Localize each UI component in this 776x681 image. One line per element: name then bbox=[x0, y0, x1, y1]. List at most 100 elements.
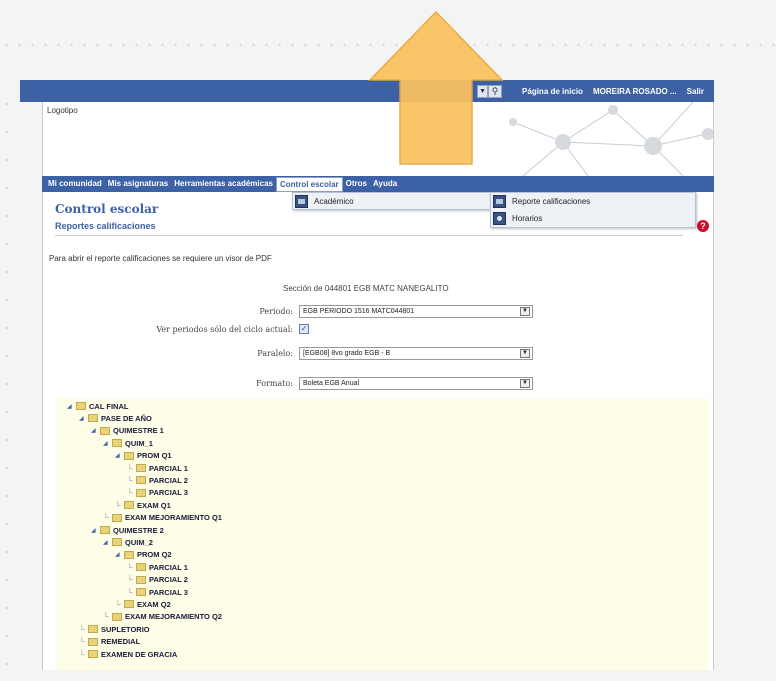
tree-node[interactable]: └ PARCIAL 1 bbox=[127, 561, 188, 573]
tree-node[interactable]: └ EXAMEN DE GRACIA bbox=[79, 648, 177, 660]
chevron-down-icon[interactable]: ▼ bbox=[520, 306, 530, 316]
submenu-item-row[interactable]: Reporte calificaciones bbox=[491, 193, 695, 210]
tree-node[interactable]: └ EXAM Q1 bbox=[115, 499, 171, 511]
tree-node-label[interactable]: PARCIAL 1 bbox=[149, 563, 188, 572]
expand-toggle-icon[interactable]: ◢ bbox=[103, 539, 111, 546]
tree-node-label[interactable]: PARCIAL 3 bbox=[149, 488, 188, 497]
folder-icon bbox=[136, 488, 146, 497]
tree-node[interactable]: └ REMEDIAL bbox=[79, 636, 140, 648]
tree-node[interactable]: └ PARCIAL 2 bbox=[127, 574, 188, 586]
tree-node[interactable]: └ PARCIAL 1 bbox=[127, 462, 188, 474]
periodo-value: EGB PERIODO 1516 MATC044801 bbox=[303, 307, 415, 315]
user-name[interactable]: MOREIRA ROSADO ... bbox=[593, 87, 677, 96]
menu-ayuda[interactable]: Ayuda bbox=[370, 176, 400, 192]
tree-node-label[interactable]: PROM Q2 bbox=[137, 550, 172, 559]
tree-connector: └ bbox=[79, 649, 85, 659]
expand-toggle-icon[interactable]: ◢ bbox=[103, 440, 111, 447]
formato-select[interactable]: Boleta EGB Anual ▼ bbox=[299, 376, 533, 390]
tree-node-label[interactable]: EXAMEN DE GRACIA bbox=[101, 650, 177, 659]
menu-mis-asignaturas[interactable]: Mis asignaturas bbox=[105, 176, 171, 192]
tree-node-label[interactable]: PASE DE AÑO bbox=[101, 414, 152, 423]
tree-node[interactable]: └ PARCIAL 3 bbox=[127, 487, 188, 499]
paralelo-row: Paralelo: [EGB08] 8vo grado EGB - B ▼ bbox=[43, 346, 533, 360]
menu-otros[interactable]: Otros bbox=[343, 176, 370, 192]
page-subtitle: Reportes calificaciones bbox=[55, 221, 156, 231]
tree-connector: └ bbox=[127, 463, 133, 473]
tree-node-label[interactable]: QUIM_1 bbox=[125, 439, 153, 448]
top-bar: ▼ ⚲ Página de inicio MOREIRA ROSADO ... … bbox=[20, 80, 714, 102]
tree-node-label[interactable]: PARCIAL 2 bbox=[149, 575, 188, 584]
chevron-down-icon[interactable]: ▼ bbox=[520, 348, 530, 358]
folder-icon bbox=[112, 612, 122, 621]
tree-node[interactable]: ◢ PROM Q2 bbox=[115, 549, 172, 561]
paralelo-value: [EGB08] 8vo grado EGB - B bbox=[303, 349, 391, 357]
help-icon[interactable]: ? bbox=[697, 220, 709, 232]
submenu-academico: Académico bbox=[292, 192, 492, 210]
tree-node-label[interactable]: PARCIAL 2 bbox=[149, 476, 188, 485]
tree-node-label[interactable]: PROM Q1 bbox=[137, 451, 172, 460]
folder-icon bbox=[76, 402, 86, 410]
folder-icon bbox=[136, 464, 146, 472]
tree-node[interactable]: └ PARCIAL 2 bbox=[127, 474, 188, 486]
tree-node[interactable]: └ EXAM MEJORAMIENTO Q2 bbox=[103, 611, 222, 623]
folder-icon bbox=[124, 501, 134, 510]
periodo-select[interactable]: EGB PERIODO 1516 MATC044801 ▼ bbox=[299, 304, 533, 318]
folder-icon bbox=[124, 451, 134, 460]
tree-node-label[interactable]: EXAM MEJORAMIENTO Q1 bbox=[125, 513, 222, 522]
folder-icon bbox=[100, 426, 110, 435]
tree-node[interactable]: ◢ CAL FINAL bbox=[67, 400, 128, 412]
tree-node-label[interactable]: SUPLETORIO bbox=[101, 625, 150, 634]
tree-node-label[interactable]: EXAM MEJORAMIENTO Q2 bbox=[125, 612, 222, 621]
tree-node[interactable]: ◢ QUIM_2 bbox=[103, 536, 153, 548]
tree-connector: └ bbox=[127, 562, 133, 572]
folder-icon bbox=[295, 194, 308, 208]
tree-node[interactable]: ◢ QUIM_1 bbox=[103, 437, 153, 449]
tree-node-label[interactable]: EXAM Q2 bbox=[137, 600, 171, 609]
title-divider bbox=[55, 235, 683, 236]
tree-node-label[interactable]: PARCIAL 1 bbox=[149, 464, 188, 473]
expand-toggle-icon[interactable]: ◢ bbox=[115, 452, 123, 459]
menu-herramientas-academicas[interactable]: Herramientas académicas bbox=[171, 176, 276, 192]
main-menu: Mi comunidad Mis asignaturas Herramienta… bbox=[42, 176, 714, 192]
submenu-item-row[interactable]: Horarios bbox=[491, 210, 695, 227]
tree-node[interactable]: ◢ QUIMESTRE 1 bbox=[91, 425, 164, 437]
main-content: Control escolar Reportes calificaciones … bbox=[42, 192, 714, 670]
expand-toggle-icon[interactable]: ◢ bbox=[91, 427, 99, 434]
tree-node[interactable]: ◢ QUIMESTRE 2 bbox=[91, 524, 164, 536]
submenu-item-horarios[interactable]: Horarios bbox=[512, 214, 542, 223]
expand-toggle-icon[interactable]: ◢ bbox=[79, 415, 87, 422]
tree-node[interactable]: └ EXAM MEJORAMIENTO Q1 bbox=[103, 512, 222, 524]
tree-node-label[interactable]: CAL FINAL bbox=[89, 402, 128, 411]
folder-icon bbox=[124, 600, 134, 609]
menu-mi-comunidad[interactable]: Mi comunidad bbox=[45, 176, 105, 192]
tree-node[interactable]: └ EXAM Q2 bbox=[115, 598, 171, 610]
tree-node[interactable]: ◢ PASE DE AÑO bbox=[79, 412, 152, 424]
expand-toggle-icon[interactable]: ◢ bbox=[67, 403, 75, 410]
tree-node-label[interactable]: REMEDIAL bbox=[101, 637, 140, 646]
ciclo-checkbox[interactable]: ✓ bbox=[299, 324, 309, 334]
submenu-item-academico[interactable]: Académico bbox=[314, 197, 354, 206]
tree-node[interactable]: └ PARCIAL 3 bbox=[127, 586, 188, 598]
logout-link[interactable]: Salir bbox=[687, 87, 704, 96]
folder-icon bbox=[136, 476, 146, 485]
submenu-item-reporte-calificaciones[interactable]: Reporte calificaciones bbox=[512, 197, 590, 206]
expand-toggle-icon[interactable]: ◢ bbox=[115, 551, 123, 558]
expand-toggle-icon[interactable]: ◢ bbox=[91, 527, 99, 534]
tree-node[interactable]: └ SUPLETORIO bbox=[79, 623, 150, 635]
tree-connector: └ bbox=[127, 575, 133, 585]
tree-node-label[interactable]: PARCIAL 3 bbox=[149, 588, 188, 597]
paralelo-select[interactable]: [EGB08] 8vo grado EGB - B ▼ bbox=[299, 346, 533, 360]
menu-control-escolar[interactable]: Control escolar bbox=[275, 177, 343, 192]
home-link[interactable]: Página de inicio bbox=[522, 87, 583, 96]
tree-node[interactable]: ◢ PROM Q1 bbox=[115, 450, 172, 462]
tree-node-label[interactable]: EXAM Q1 bbox=[137, 501, 171, 510]
tree-node-label[interactable]: QUIM_2 bbox=[125, 538, 153, 547]
folder-icon bbox=[136, 575, 146, 584]
chevron-down-icon[interactable]: ▼ bbox=[520, 378, 530, 388]
tree-node-label[interactable]: QUIMESTRE 1 bbox=[113, 426, 164, 435]
tree-node-label[interactable]: QUIMESTRE 2 bbox=[113, 526, 164, 535]
folder-icon bbox=[88, 414, 98, 423]
folder-icon bbox=[112, 513, 122, 522]
ciclo-row: Ver periodos sólo del ciclo actual: ✓ bbox=[43, 322, 309, 336]
tree-connector: └ bbox=[103, 612, 109, 622]
